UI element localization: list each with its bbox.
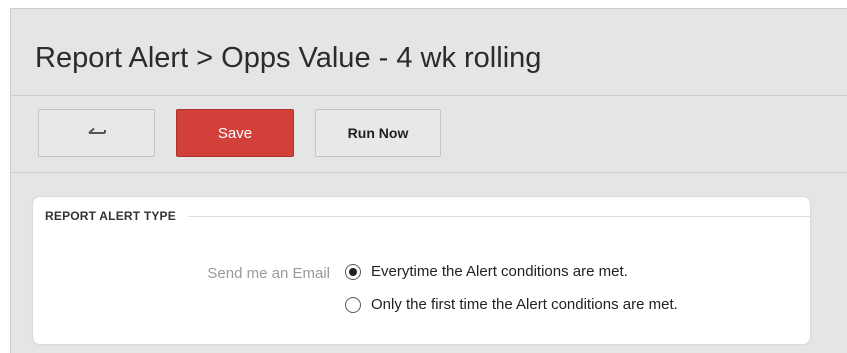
back-arrow-icon — [87, 127, 106, 134]
page-title: Report Alert > Opps Value - 4 wk rolling — [35, 42, 542, 74]
radio-label-everytime: Everytime the Alert conditions are met. — [371, 263, 628, 280]
radio-label-first-time: Only the first time the Alert conditions… — [371, 296, 678, 313]
radio-option-everytime[interactable]: Everytime the Alert conditions are met. — [345, 263, 628, 280]
radio-button-first-time[interactable] — [345, 296, 361, 313]
page-container: Report Alert > Opps Value - 4 wk rolling… — [10, 8, 847, 353]
send-email-label: Send me an Email — [207, 265, 330, 282]
save-button[interactable]: Save — [176, 109, 294, 157]
title-bar: Report Alert > Opps Value - 4 wk rolling — [11, 9, 847, 96]
report-alert-type-panel: REPORT ALERT TYPE Send me an Email Every… — [33, 197, 810, 344]
radio-option-first-time[interactable]: Only the first time the Alert conditions… — [345, 296, 678, 313]
toolbar: Save Run Now — [11, 96, 847, 173]
radio-button-everytime[interactable] — [345, 263, 361, 280]
section-legend: REPORT ALERT TYPE — [45, 209, 188, 223]
run-now-button[interactable]: Run Now — [315, 109, 441, 157]
back-button[interactable] — [38, 109, 155, 157]
